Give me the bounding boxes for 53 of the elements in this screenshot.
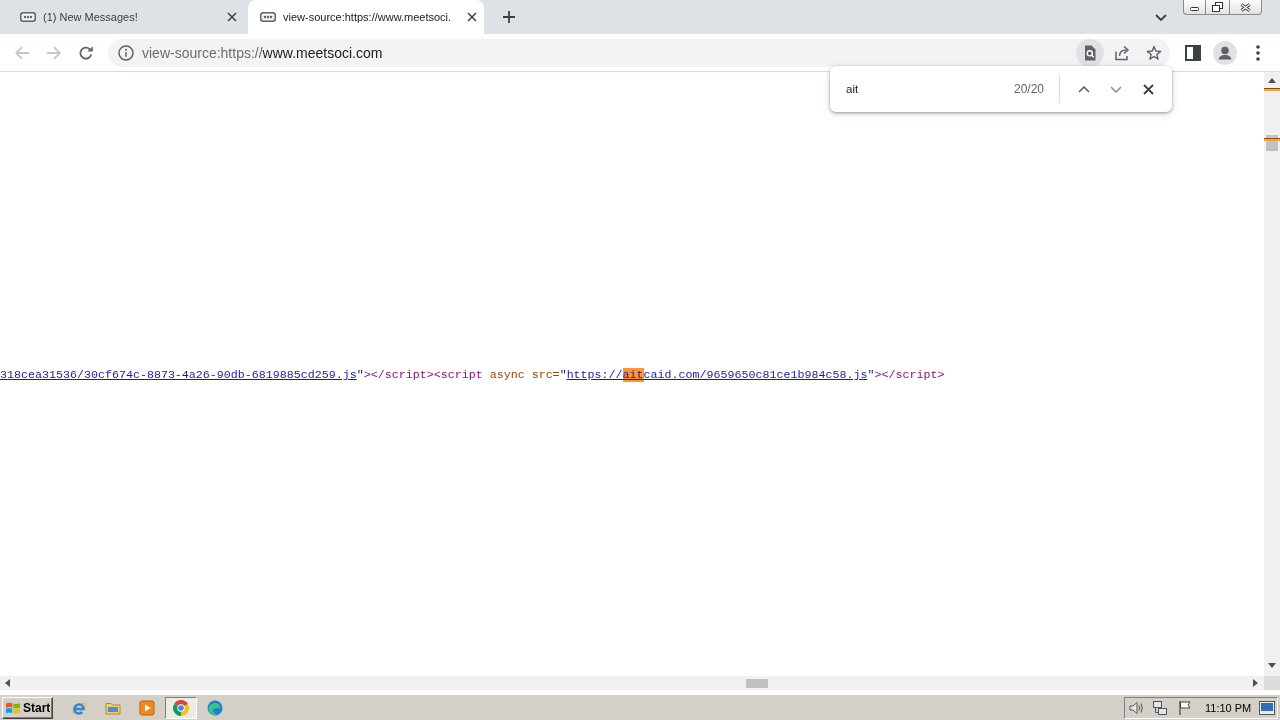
address-bar[interactable]: view-source:https://www.meetsoci.com <box>108 38 1170 67</box>
scrollbar-thumb[interactable] <box>746 679 768 688</box>
reload-icon[interactable] <box>78 44 94 61</box>
share-icon[interactable] <box>1114 44 1130 61</box>
horizontal-scrollbar[interactable] <box>0 676 1264 690</box>
scroll-up-arrow-icon[interactable] <box>1268 78 1276 83</box>
speaker-icon[interactable] <box>1128 699 1144 716</box>
show-desktop-icon[interactable] <box>1259 700 1275 715</box>
swirl-logo-icon <box>207 699 223 716</box>
flag-icon[interactable] <box>1177 699 1193 716</box>
avatar-icon[interactable] <box>1213 40 1237 65</box>
scroll-left-arrow-icon[interactable] <box>5 679 10 687</box>
ring-logo-icon <box>173 699 189 716</box>
close-icon <box>1240 2 1251 12</box>
page-icon <box>260 12 276 22</box>
minimize-button[interactable] <box>1183 0 1206 15</box>
play-tile-icon <box>139 699 155 716</box>
scrollbar-corner <box>1264 676 1280 690</box>
restore-icon <box>1212 2 1223 12</box>
close-window-button[interactable] <box>1230 0 1262 15</box>
start-button[interactable]: Start <box>2 696 53 719</box>
clock: 11:10 PM <box>1205 701 1252 714</box>
flag-logo-icon <box>5 700 21 715</box>
browser-tab[interactable]: view-source:https://www.meetsoci. <box>248 0 484 34</box>
source-code-line: 318cea31536/30cf674c-8873-4a26-90db-6819885cd259.js"></script><script async src="https://aitcaid.com/9659650c81ce1b984c58.js"></script> <box>0 367 945 383</box>
source-link[interactable]: https://aitcaid.com/9659650c81ce1b984c58.js <box>566 368 868 382</box>
info-icon[interactable] <box>118 44 134 61</box>
network-icon[interactable] <box>1152 699 1168 716</box>
menu-icon[interactable] <box>1256 44 1260 61</box>
plus-icon[interactable] <box>503 11 515 23</box>
find-match-highlight: ait <box>622 368 644 382</box>
chevron-up-icon[interactable] <box>1078 85 1090 93</box>
match-count: 20/20 <box>1013 82 1044 96</box>
chevron-down-icon[interactable] <box>1155 13 1167 21</box>
close-icon[interactable] <box>467 12 477 22</box>
side-panel-icon[interactable] <box>1185 44 1201 61</box>
taskbar-app-button[interactable] <box>165 696 197 719</box>
close-icon[interactable] <box>227 12 237 22</box>
find-in-page-icon[interactable] <box>1076 38 1104 67</box>
match-marker-icon <box>1264 88 1280 91</box>
star-icon[interactable] <box>1146 44 1162 61</box>
browser-tab[interactable]: (1) New Messages! <box>8 0 244 34</box>
source-link[interactable]: 318cea31536/30cf674c-8873-4a26-90db-6819885cd259.js <box>0 368 357 382</box>
close-icon[interactable] <box>1142 83 1154 95</box>
url-text: view-source:https://www.meetsoci.com <box>142 44 383 61</box>
minimize-icon <box>1190 7 1199 11</box>
find-input[interactable]: ait <box>846 81 1006 97</box>
page-icon <box>20 12 36 22</box>
scroll-right-arrow-icon[interactable] <box>1253 679 1258 687</box>
scroll-down-arrow-icon[interactable] <box>1268 663 1276 668</box>
match-marker-icon <box>1264 138 1280 141</box>
restore-button[interactable] <box>1206 0 1230 15</box>
vertical-scrollbar[interactable] <box>1264 72 1280 676</box>
